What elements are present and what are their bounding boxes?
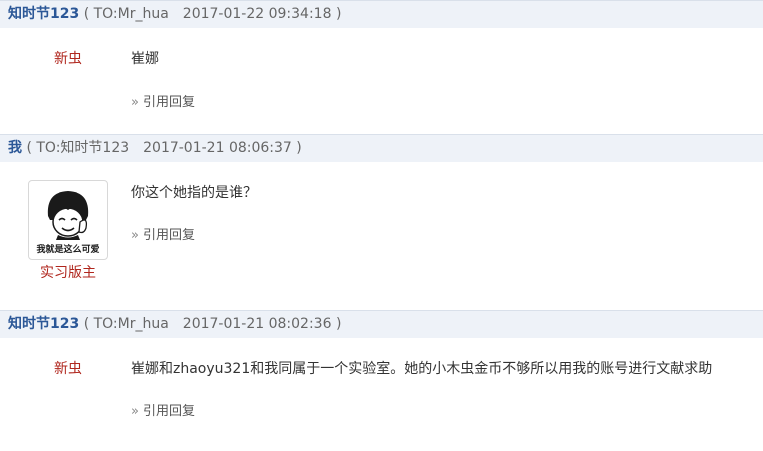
avatar[interactable]: 我就是这么可爱 bbox=[28, 180, 108, 260]
avatar-image: 我就是这么可爱 bbox=[36, 191, 100, 255]
post-header: 知时节123 ( TO:Mr_hua 2017-01-21 08:02:36 ) bbox=[0, 311, 763, 338]
quote-reply-button[interactable]: » 引用回复 bbox=[131, 224, 195, 243]
user-rank: 新虫 bbox=[54, 51, 82, 67]
quote-reply-label: 引用回复 bbox=[142, 404, 195, 419]
user-rank: 实习版主 bbox=[40, 265, 96, 281]
arrow-icon: » bbox=[131, 404, 139, 419]
quote-reply-button[interactable]: » 引用回复 bbox=[131, 91, 195, 110]
author-link[interactable]: 我 bbox=[8, 140, 22, 156]
user-info: 我就是这么可爱 实习版主 bbox=[0, 162, 136, 282]
user-info: 新虫 bbox=[0, 48, 136, 68]
post-meta: ( TO:知时节123 2017-01-21 08:06:37 ) bbox=[26, 140, 302, 156]
post: 知时节123 ( TO:Mr_hua 2017-01-22 09:34:18 )… bbox=[0, 0, 763, 134]
arrow-icon: » bbox=[131, 228, 139, 243]
post-header: 知时节123 ( TO:Mr_hua 2017-01-22 09:34:18 ) bbox=[0, 1, 763, 28]
post-content: 崔娜 bbox=[131, 51, 159, 67]
post: 知时节123 ( TO:Mr_hua 2017-01-21 08:02:36 )… bbox=[0, 310, 763, 451]
author-link[interactable]: 知时节123 bbox=[8, 316, 79, 332]
post: 我 ( TO:知时节123 2017-01-21 08:06:37 ) 我就是这… bbox=[0, 134, 763, 310]
quote-reply-button[interactable]: » 引用回复 bbox=[131, 400, 195, 419]
author-link[interactable]: 知时节123 bbox=[8, 6, 79, 22]
post-meta: ( TO:Mr_hua 2017-01-22 09:34:18 ) bbox=[83, 6, 342, 22]
arrow-icon: » bbox=[131, 95, 139, 110]
user-info: 新虫 bbox=[0, 358, 136, 378]
post-meta: ( TO:Mr_hua 2017-01-21 08:02:36 ) bbox=[83, 316, 342, 332]
user-rank: 新虫 bbox=[54, 361, 82, 377]
post-header: 我 ( TO:知时节123 2017-01-21 08:06:37 ) bbox=[0, 135, 763, 162]
quote-reply-label: 引用回复 bbox=[142, 95, 195, 110]
avatar-caption: 我就是这么可爱 bbox=[36, 243, 99, 255]
post-content: 崔娜和zhaoyu321和我同属于一个实验室。她的小木虫金币不够所以用我的账号进… bbox=[131, 361, 713, 377]
post-content: 你这个她指的是谁？ bbox=[131, 185, 257, 201]
quote-reply-label: 引用回复 bbox=[142, 228, 195, 243]
